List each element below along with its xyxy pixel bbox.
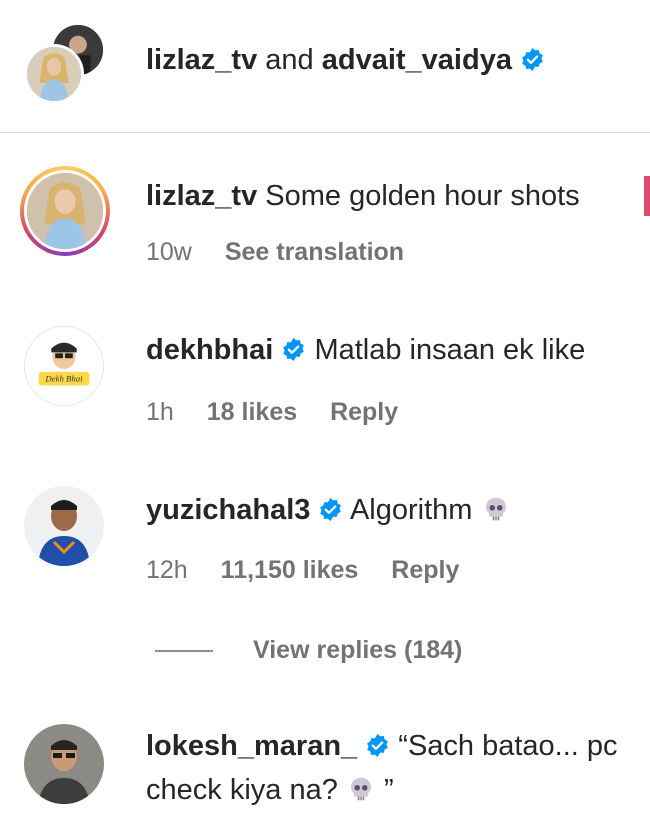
avatar-lizlaz-tv[interactable] — [20, 166, 110, 256]
comment-username[interactable]: lokesh_maran_ — [146, 730, 357, 762]
comment-line: yuzichahal3 Algorithm — [146, 494, 511, 527]
post-header: lizlaz_tv and advait_vaidya — [0, 0, 650, 133]
comment-time: 1h — [146, 398, 174, 426]
avatar-yuzichahal3[interactable] — [24, 486, 104, 566]
comment-text: Matlab insaan ek like — [314, 334, 586, 366]
comment-text-continued: check kiya na? — [146, 774, 338, 806]
avatar-dekhbhai[interactable]: Dekh Bhai — [24, 326, 104, 406]
comment-time: 12h — [146, 556, 188, 584]
reply-button[interactable]: Reply — [330, 398, 398, 426]
comment-line-2: check kiya na? ” — [146, 774, 394, 807]
comment-text: “Sach batao... pc — [398, 730, 618, 762]
caption-text: Some golden hour shots — [265, 180, 580, 212]
caption-meta: 10w See translation — [146, 238, 404, 267]
caption-time: 10w — [146, 238, 192, 266]
dekhbhai-logo-text: Dekh Bhai — [44, 374, 83, 384]
comment-username[interactable]: dekhbhai — [146, 334, 273, 366]
header-username-1[interactable]: lizlaz_tv — [146, 44, 257, 76]
comment-text-end: ” — [383, 774, 394, 806]
collab-title: lizlaz_tv and advait_vaidya — [146, 44, 545, 77]
caption-overflow-emoji — [644, 176, 650, 216]
comment-line: dekhbhai Matlab insaan ek like — [146, 334, 585, 367]
comment-likes[interactable]: 18 likes — [207, 398, 297, 426]
comment-text: Algorithm — [349, 494, 473, 526]
comment-likes[interactable]: 11,150 likes — [221, 556, 359, 584]
verified-badge-icon — [283, 338, 305, 361]
caption-username[interactable]: lizlaz_tv — [146, 180, 257, 212]
comment-meta: 12h 11,150 likes Reply — [146, 556, 459, 585]
comment-meta: 1h 18 likes Reply — [146, 398, 398, 427]
verified-badge-icon — [320, 498, 342, 521]
avatar-lizlaz-tv-small[interactable] — [24, 44, 84, 104]
view-replies-label: View replies (184) — [253, 636, 463, 664]
skull-emoji-icon — [485, 497, 506, 521]
header-connector: and — [265, 44, 314, 76]
replies-divider — [155, 650, 213, 653]
collab-avatars[interactable] — [24, 22, 106, 104]
view-replies-button[interactable]: View replies (184) — [155, 636, 462, 665]
verified-badge-icon — [367, 734, 389, 757]
verified-badge-icon — [522, 48, 543, 71]
avatar-lokesh-maran[interactable] — [24, 724, 104, 804]
caption-line: lizlaz_tv Some golden hour shots — [146, 180, 580, 213]
profile-photo-icon — [27, 173, 103, 249]
comment-username[interactable]: yuzichahal3 — [146, 494, 310, 526]
reply-button[interactable]: Reply — [391, 556, 459, 584]
skull-emoji-icon — [350, 777, 371, 801]
comment-line: lokesh_maran_ “Sach batao... pc — [146, 730, 618, 763]
see-translation-link[interactable]: See translation — [225, 238, 404, 266]
header-username-2[interactable]: advait_vaidya — [322, 44, 512, 76]
